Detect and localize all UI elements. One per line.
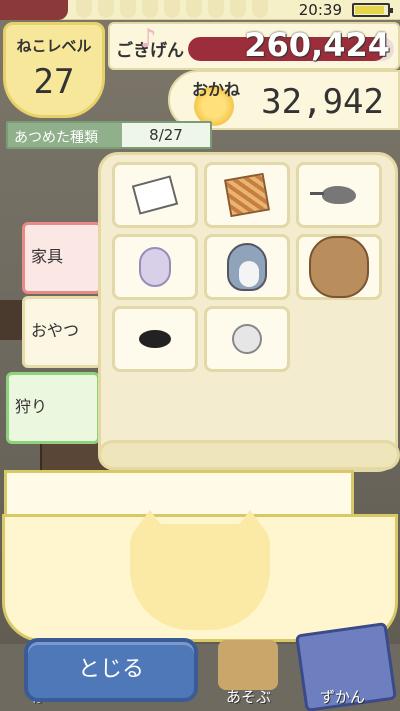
ball-icon bbox=[232, 324, 262, 354]
item-cell-bear[interactable] bbox=[296, 234, 382, 300]
item-name-field bbox=[4, 470, 354, 518]
app-mini-icon bbox=[0, 0, 68, 20]
tab-furniture[interactable]: 家具 bbox=[22, 222, 102, 294]
battery-icon bbox=[352, 3, 393, 17]
item-cell-ball[interactable] bbox=[204, 306, 290, 372]
money-value: 32,942 bbox=[261, 82, 384, 122]
bunny-plush-icon bbox=[139, 247, 171, 287]
tab-hunt[interactable]: 狩り bbox=[6, 372, 100, 444]
play-toy-icon[interactable] bbox=[218, 640, 278, 690]
toy-mouse-icon bbox=[310, 186, 356, 204]
cat-silhouette-icon bbox=[130, 510, 270, 630]
mood-value: 260,424 bbox=[244, 26, 390, 64]
item-cell-mat[interactable] bbox=[204, 162, 290, 228]
status-bar: 20:39 bbox=[0, 0, 400, 20]
item-grid bbox=[112, 162, 382, 372]
cat-level-label: ねこレベル bbox=[16, 37, 92, 55]
nav-book-label[interactable]: ずかん bbox=[320, 686, 365, 707]
cricket-icon bbox=[139, 330, 171, 348]
item-cell-penguin[interactable] bbox=[204, 234, 290, 300]
status-time: 20:39 bbox=[298, 1, 342, 19]
woven-mat-icon bbox=[224, 172, 270, 218]
collection-counter: あつめた種類 8/27 bbox=[6, 121, 212, 149]
scroll-roll bbox=[98, 440, 400, 470]
collection-count: 8/27 bbox=[122, 123, 210, 147]
tab-snack[interactable]: おやつ bbox=[22, 296, 102, 368]
battery-fill bbox=[355, 6, 384, 14]
cat-level-value: 27 bbox=[33, 62, 75, 102]
item-cell-bunny[interactable] bbox=[112, 234, 198, 300]
music-note-icon: ♪ bbox=[140, 24, 157, 54]
cat-level-badge: ねこレベル 27 bbox=[3, 22, 105, 118]
collection-label: あつめた種類 bbox=[14, 130, 98, 146]
penguin-plush-icon bbox=[227, 243, 267, 291]
teddy-bear-icon bbox=[309, 236, 369, 298]
nav-play-label[interactable]: あそぶ bbox=[226, 686, 271, 707]
money-label: おかね bbox=[192, 80, 241, 99]
item-cell-cricket[interactable] bbox=[112, 306, 198, 372]
crumpled-paper-icon bbox=[131, 175, 179, 215]
decoration-strip bbox=[70, 0, 280, 20]
close-button[interactable]: とじる bbox=[24, 638, 198, 702]
item-cell-paper[interactable] bbox=[112, 162, 198, 228]
item-cell-mouse[interactable] bbox=[296, 162, 382, 228]
